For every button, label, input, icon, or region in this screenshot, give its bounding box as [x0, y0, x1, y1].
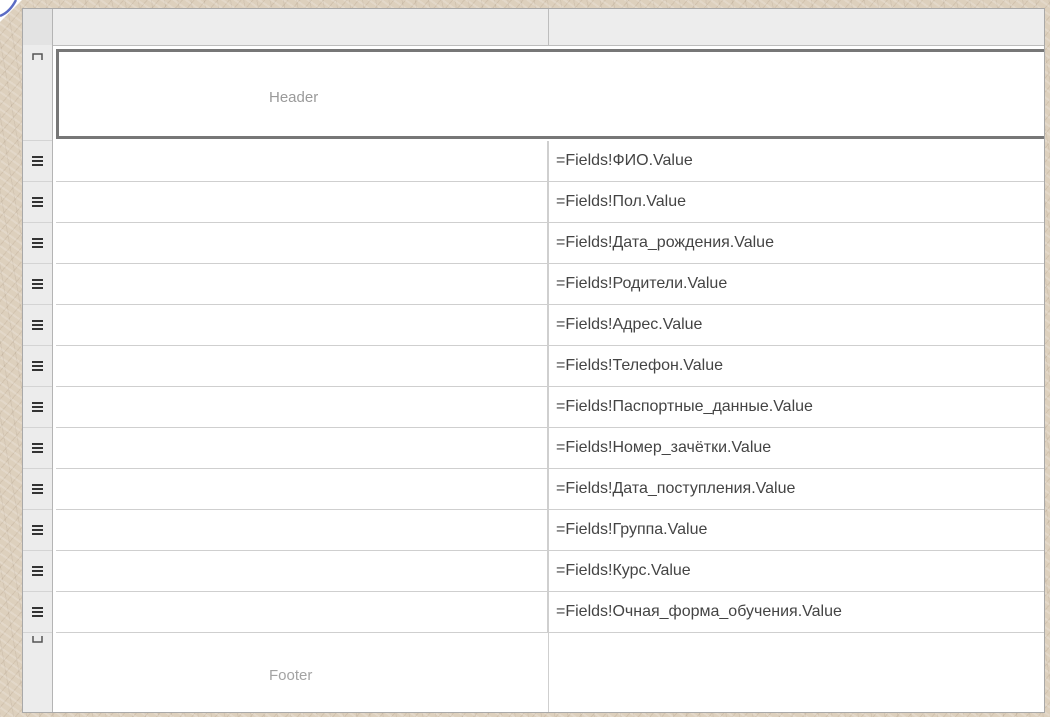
empty-cell[interactable] — [56, 223, 548, 263]
detail-row-handle[interactable] — [23, 141, 52, 182]
field-expression-cell[interactable]: =Fields!Дата_рождения.Value — [553, 223, 1044, 263]
empty-cell[interactable] — [56, 469, 548, 509]
detail-row-handle[interactable] — [23, 469, 52, 510]
field-expression-cell[interactable]: =Fields!Родители.Value — [553, 264, 1044, 304]
table-designer: Header =Fields!ФИО.Value =Fields!Пол.Valu… — [22, 8, 1045, 713]
header-row-handle-icon — [32, 53, 43, 63]
detail-row-handle-icon — [32, 156, 43, 166]
detail-row-handle-icon — [32, 607, 43, 617]
table-row[interactable]: =Fields!Очная_форма_обучения.Value — [56, 592, 1044, 633]
table-row[interactable]: =Fields!Адрес.Value — [56, 305, 1044, 346]
detail-row-handle[interactable] — [23, 510, 52, 551]
table-row[interactable]: =Fields!Дата_рождения.Value — [56, 223, 1044, 264]
empty-cell[interactable] — [56, 346, 548, 386]
empty-cell[interactable] — [56, 592, 548, 632]
field-expression-cell[interactable]: =Fields!Паспортные_данные.Value — [553, 387, 1044, 427]
footer-label: Footer — [269, 667, 313, 684]
detail-row-handle-icon — [32, 443, 43, 453]
field-expression-cell[interactable]: =Fields!Пол.Value — [553, 182, 1044, 222]
detail-row-handle[interactable] — [23, 346, 52, 387]
detail-row-handle-icon — [32, 566, 43, 576]
detail-row-handle[interactable] — [23, 223, 52, 264]
table-row[interactable]: =Fields!Курс.Value — [56, 551, 1044, 592]
detail-row-handle-icon — [32, 484, 43, 494]
detail-row-handle[interactable] — [23, 264, 52, 305]
field-expression-cell[interactable]: =Fields!Адрес.Value — [553, 305, 1044, 345]
detail-row-handle-icon — [32, 402, 43, 412]
corner-curl-decoration — [0, 0, 22, 22]
empty-cell[interactable] — [56, 182, 548, 222]
header-section[interactable] — [56, 49, 1044, 139]
detail-row-handle-icon — [32, 361, 43, 371]
column-separator-body — [548, 141, 549, 712]
header-label: Header — [269, 89, 319, 106]
table-row[interactable]: =Fields!ФИО.Value — [56, 141, 1044, 182]
detail-row-handle-icon — [32, 279, 43, 289]
detail-row-handle[interactable] — [23, 592, 52, 633]
empty-cell[interactable] — [56, 305, 548, 345]
detail-row-handle[interactable] — [23, 182, 52, 223]
footer-row-handle-icon — [32, 635, 43, 645]
table-row[interactable]: =Fields!Телефон.Value — [56, 346, 1044, 387]
field-expression-cell[interactable]: =Fields!Дата_поступления.Value — [553, 469, 1044, 509]
table-row[interactable]: =Fields!Родители.Value — [56, 264, 1044, 305]
header-row-handle[interactable] — [23, 45, 52, 141]
detail-row-handle[interactable] — [23, 551, 52, 592]
column-separator[interactable] — [548, 9, 549, 45]
empty-cell[interactable] — [56, 264, 548, 304]
detail-row-handle-icon — [32, 320, 43, 330]
field-expression-cell[interactable]: =Fields!Группа.Value — [553, 510, 1044, 550]
empty-cell[interactable] — [56, 551, 548, 591]
detail-row-handle-icon — [32, 238, 43, 248]
field-expression-cell[interactable]: =Fields!Номер_зачётки.Value — [553, 428, 1044, 468]
empty-cell[interactable] — [56, 387, 548, 427]
detail-row-handle-icon — [32, 525, 43, 535]
table-corner-handle[interactable] — [23, 9, 53, 45]
detail-row-handle-icon — [32, 197, 43, 207]
table-row[interactable]: =Fields!Номер_зачётки.Value — [56, 428, 1044, 469]
detail-row-handle[interactable] — [23, 305, 52, 346]
detail-row-handle[interactable] — [23, 428, 52, 469]
empty-cell[interactable] — [56, 141, 548, 181]
field-expression-cell[interactable]: =Fields!Очная_форма_обучения.Value — [553, 592, 1044, 632]
table-row[interactable]: =Fields!Пол.Value — [56, 182, 1044, 223]
empty-cell[interactable] — [56, 428, 548, 468]
footer-row-handle[interactable] — [23, 629, 52, 712]
table-row[interactable]: =Fields!Паспортные_данные.Value — [56, 387, 1044, 428]
table-row[interactable]: =Fields!Группа.Value — [56, 510, 1044, 551]
detail-row-handle[interactable] — [23, 387, 52, 428]
field-expression-cell[interactable]: =Fields!Курс.Value — [553, 551, 1044, 591]
table-row[interactable]: =Fields!Дата_поступления.Value — [56, 469, 1044, 510]
empty-cell[interactable] — [56, 510, 548, 550]
field-expression-cell[interactable]: =Fields!Телефон.Value — [553, 346, 1044, 386]
column-header-row — [23, 9, 1044, 46]
field-expression-cell[interactable]: =Fields!ФИО.Value — [553, 141, 1044, 181]
